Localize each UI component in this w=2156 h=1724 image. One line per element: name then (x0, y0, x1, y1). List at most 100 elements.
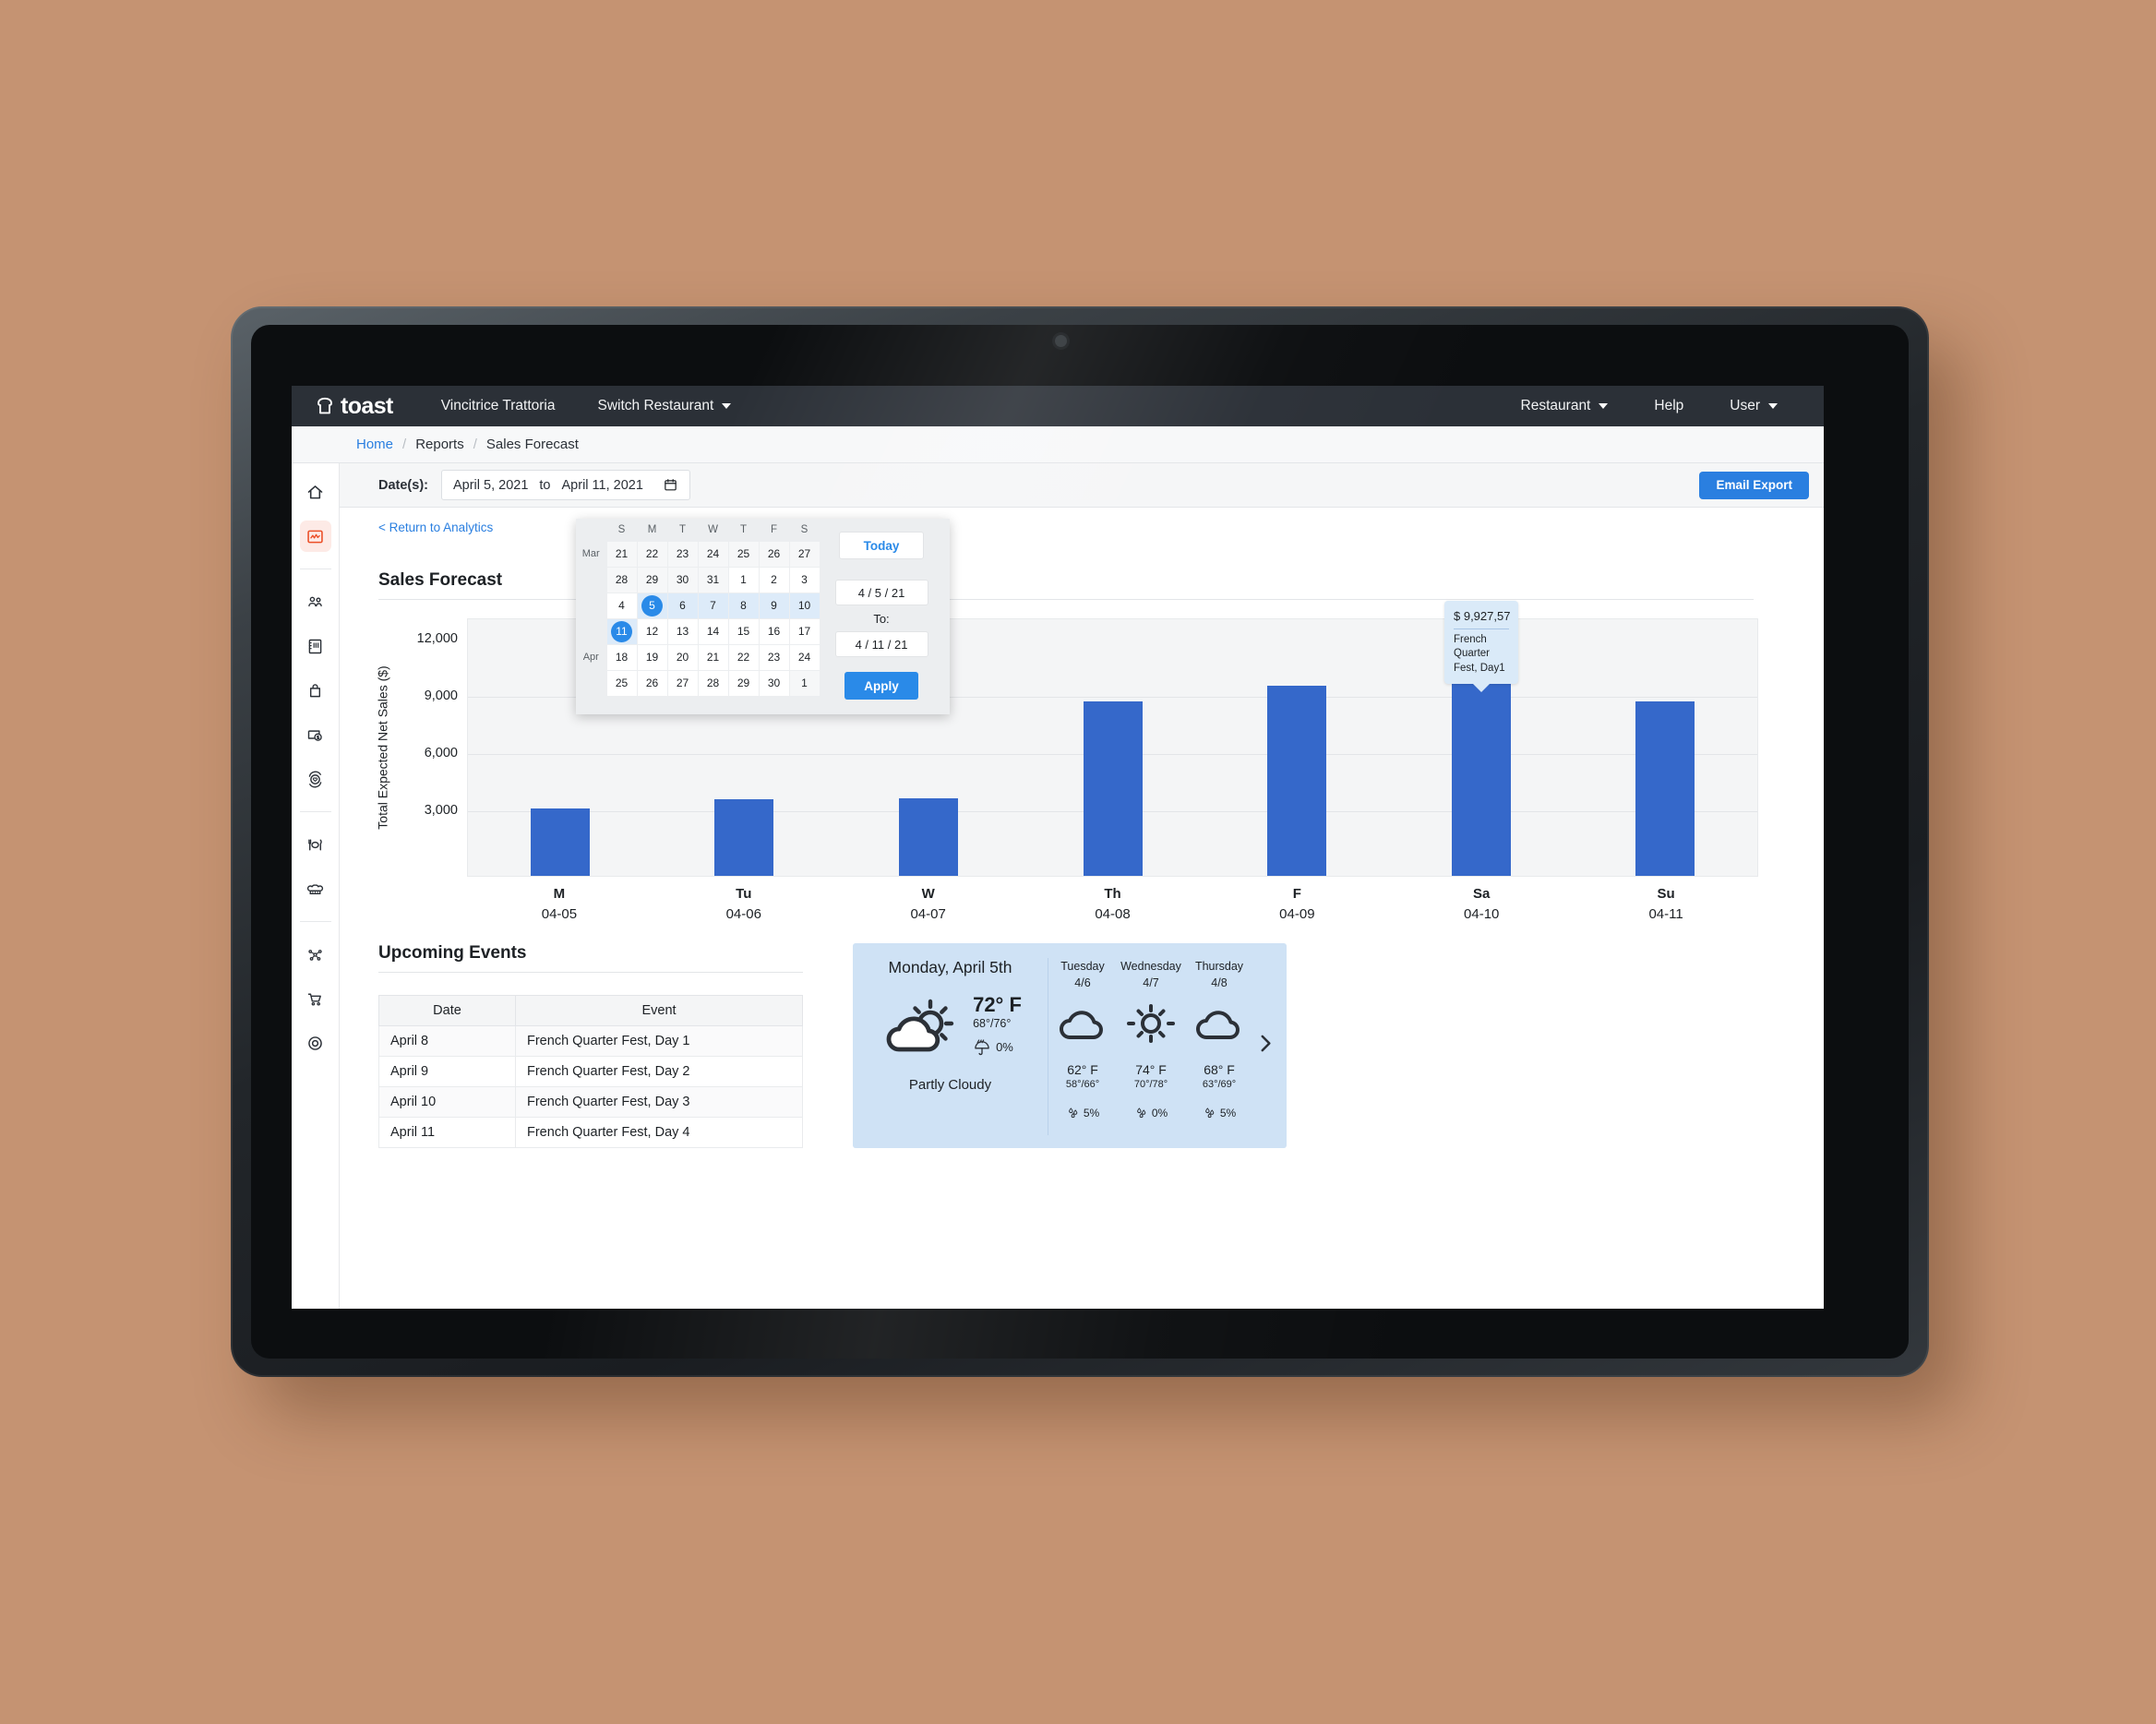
sidebar-item-analytics[interactable] (299, 521, 331, 552)
calendar-month-col-header (576, 519, 606, 541)
y-tick-9000: 9,000 (424, 688, 458, 703)
calendar-day-cell[interactable]: 9 (758, 592, 790, 619)
sidebar-item-dining[interactable] (300, 829, 331, 860)
sidebar-item-home[interactable] (300, 476, 331, 508)
date-picker-popup[interactable]: SMTWTFS Mar 21 22 23 24 25 26 27 28 29 30 31 1 2 3 4 5 6 7… (576, 519, 950, 714)
calendar-day-cell[interactable]: 24 (788, 643, 820, 671)
calendar-day-cell[interactable]: 13 (666, 617, 699, 645)
calendar-day-selected[interactable]: 11 (611, 620, 632, 642)
calendar-day-cell[interactable]: 22 (636, 540, 668, 568)
calendar-day-cell[interactable]: 3 (788, 566, 820, 593)
calendar-day-cell[interactable]: 7 (697, 592, 729, 619)
calendar-day-cell[interactable]: 26 (758, 540, 790, 568)
calendar-day-cell[interactable]: 28 (605, 566, 638, 593)
bar-04-05[interactable] (530, 808, 590, 876)
to-date-input[interactable]: 4 / 11 / 21 (834, 631, 928, 657)
calendar-icon[interactable] (663, 477, 678, 493)
sidebar-item-target[interactable] (300, 1027, 331, 1059)
toast-logo[interactable]: toast (314, 393, 393, 420)
calendar-day-cell[interactable]: 22 (727, 643, 760, 671)
sidebar-item-loyalty[interactable] (300, 763, 331, 795)
user-menu[interactable]: User (1730, 398, 1778, 414)
calendar-day-cell[interactable]: 2 (758, 566, 790, 593)
today-button[interactable]: Today (839, 532, 924, 559)
calendar-day-cell[interactable]: 27 (666, 669, 699, 697)
guests-icon (308, 596, 322, 606)
calendar-day-cell[interactable]: 11 (605, 617, 638, 645)
bar-04-11[interactable] (1635, 701, 1695, 876)
restaurant-menu[interactable]: Restaurant (1521, 398, 1609, 414)
calendar-day-cell[interactable]: 25 (605, 669, 638, 697)
calendar-day-cell[interactable]: 31 (697, 566, 729, 593)
x-label-day: Sa (1473, 886, 1491, 902)
breadcrumb-separator: / (402, 437, 407, 452)
email-export-button[interactable]: Email Export (1699, 471, 1809, 499)
calendar-day-cell[interactable]: 1 (727, 566, 760, 593)
calendar-day-cell[interactable]: 15 (727, 617, 760, 645)
calendar-day-cell[interactable]: 26 (636, 669, 668, 697)
calendar-weekday-2: T (678, 523, 687, 535)
calendar-day-cell[interactable]: 1 (788, 669, 820, 697)
sidebar-item-kitchen[interactable] (300, 873, 331, 904)
calendar-day-cell[interactable]: 10 (788, 592, 820, 619)
events-col-event: Event (515, 995, 803, 1026)
bar-column-04-11[interactable] (1573, 619, 1757, 876)
kitchen-icon (306, 883, 324, 894)
from-date-input[interactable]: 4 / 5 / 21 (834, 580, 928, 605)
calendar-day-cell[interactable]: 21 (697, 643, 729, 671)
chart-tooltip: $ 9,927,57 French Quarter Fest, Day1 (1444, 601, 1518, 693)
table-row: April 8 French Quarter Fest, Day 1 (378, 1025, 803, 1057)
calendar-day-cell[interactable]: 29 (636, 566, 668, 593)
sidebar-item-menus[interactable] (300, 630, 331, 662)
tooltip-note-line1: French Quarter (1454, 633, 1490, 660)
date-range-input[interactable]: April 5, 2021 to April 11, 2021 (440, 470, 690, 500)
calendar-day-cell[interactable]: 30 (666, 566, 699, 593)
calendar-month-label (576, 618, 606, 644)
bar-column-04-09[interactable] (1204, 619, 1389, 876)
calendar-day-cell[interactable]: 21 (605, 540, 638, 568)
calendar-day-cell[interactable]: 23 (666, 540, 699, 568)
calendar-day-cell[interactable]: 18 (605, 643, 638, 671)
bar-04-08[interactable] (1083, 701, 1143, 876)
calendar-day-cell[interactable]: 27 (788, 540, 820, 568)
cart-icon (307, 993, 321, 1006)
bar-04-06[interactable] (714, 798, 774, 876)
x-label-date: 04-11 (1648, 905, 1683, 922)
calendar-day-cell[interactable]: 4 (605, 592, 638, 619)
x-label-date: 04-06 (725, 905, 761, 922)
weather-day-precip-value: 0% (1151, 1107, 1168, 1120)
sidebar-item-orders[interactable] (300, 675, 331, 706)
weather-next-button[interactable] (1253, 1030, 1277, 1062)
sidebar-item-payments[interactable] (300, 719, 331, 750)
calendar-day-cell[interactable]: 24 (697, 540, 729, 568)
calendar-day-cell[interactable]: 28 (697, 669, 729, 697)
calendar-day-cell[interactable]: 29 (727, 669, 760, 697)
bar-column-04-08[interactable] (1021, 619, 1205, 876)
calendar-day-cell[interactable]: 6 (666, 592, 699, 619)
apply-button[interactable]: Apply (844, 672, 918, 700)
sidebar-item-guests[interactable] (300, 586, 331, 617)
calendar-day-cell[interactable]: 20 (666, 643, 699, 671)
bar-04-09[interactable] (1267, 686, 1327, 876)
return-to-analytics-link[interactable]: < Return to Analytics (378, 521, 493, 534)
weather-day-icon (1057, 1004, 1108, 1048)
calendar-day-selected[interactable]: 5 (641, 594, 663, 617)
calendar-day-cell[interactable]: 14 (697, 617, 729, 645)
calendar-day-cell[interactable]: 30 (758, 669, 790, 697)
calendar-day-cell[interactable]: 23 (758, 643, 790, 671)
help-link[interactable]: Help (1654, 398, 1683, 414)
bar-04-07[interactable] (898, 798, 958, 876)
switch-restaurant-menu[interactable]: Switch Restaurant (598, 398, 732, 414)
calendar-day-cell[interactable]: 25 (727, 540, 760, 568)
calendar-day-cell[interactable]: 16 (758, 617, 790, 645)
calendar-day-cell[interactable]: 17 (788, 617, 820, 645)
breadcrumb-reports[interactable]: Reports (415, 437, 464, 452)
bar-04-10[interactable] (1451, 673, 1511, 876)
calendar-day-cell[interactable]: 8 (727, 592, 760, 619)
sidebar-item-integrations[interactable] (300, 939, 331, 970)
breadcrumb-home[interactable]: Home (356, 437, 393, 452)
calendar-day-cell[interactable]: 19 (636, 643, 668, 671)
calendar-day-cell[interactable]: 12 (636, 617, 668, 645)
calendar-day-cell[interactable]: 5 (636, 592, 668, 619)
sidebar-item-cart[interactable] (300, 983, 331, 1014)
